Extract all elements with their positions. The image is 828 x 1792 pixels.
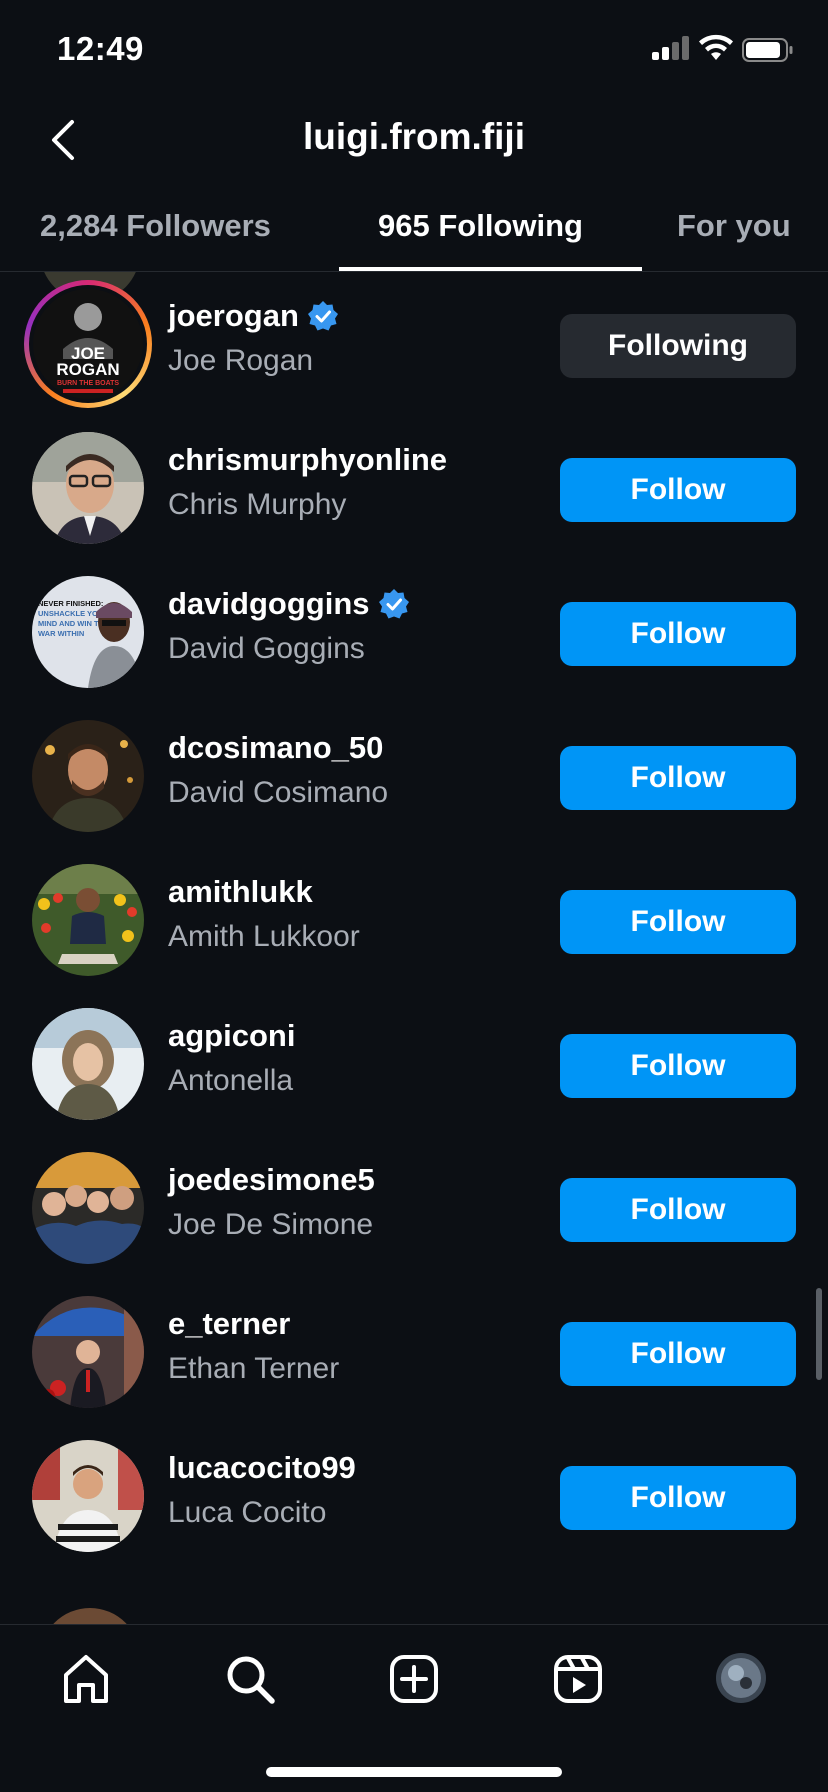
avatar xyxy=(32,432,144,544)
full-name: Antonella xyxy=(168,1064,294,1097)
avatar-wrap[interactable] xyxy=(32,1296,144,1408)
tab-for-you[interactable]: For you xyxy=(677,208,791,244)
avatar-wrap[interactable] xyxy=(32,1152,144,1264)
full-name: Chris Murphy xyxy=(168,488,347,521)
status-time: 12:49 xyxy=(57,30,144,67)
avatar-wrap[interactable] xyxy=(32,432,144,544)
username-text[interactable]: joerogan xyxy=(168,298,299,334)
avatar: JOE ROGAN BURN THE BOATS xyxy=(33,289,143,399)
follow-button[interactable]: Follow xyxy=(560,458,796,522)
list-item[interactable]: dcosimano_50 David Cosimano Follow xyxy=(0,704,828,848)
follow-button[interactable]: Follow xyxy=(560,746,796,810)
avatar-story-ring[interactable]: JOE ROGAN BURN THE BOATS xyxy=(24,280,152,408)
full-name: Amith Lukkoor xyxy=(168,920,360,953)
following-list[interactable]: JOE ROGAN BURN THE BOATS joerogan Joe Ro… xyxy=(0,272,828,1624)
list-item[interactable]: joedesimone5 Joe De Simone Follow xyxy=(0,1136,828,1280)
follow-button[interactable]: Follow xyxy=(560,1322,796,1386)
follow-button[interactable]: Follow xyxy=(560,1178,796,1242)
username[interactable]: joedesimone5 xyxy=(168,1162,375,1198)
cellular-signal-icon xyxy=(652,36,690,60)
full-name: Joe De Simone xyxy=(168,1208,374,1241)
username-text[interactable]: agpiconi xyxy=(168,1018,295,1054)
username[interactable]: davidgoggins xyxy=(168,586,410,622)
create-icon[interactable] xyxy=(386,1651,442,1707)
follow-button[interactable]: Follow xyxy=(560,1034,796,1098)
follow-button[interactable]: Follow xyxy=(560,1466,796,1530)
list-item[interactable]: e_terner Ethan Terner Follow xyxy=(0,1280,828,1424)
username[interactable]: agpiconi xyxy=(168,1018,295,1054)
avatar xyxy=(32,1152,144,1264)
battery-icon xyxy=(742,38,793,62)
avatar-wrap[interactable] xyxy=(32,864,144,976)
wifi-icon xyxy=(699,34,733,60)
app-screen: 12:49 luigi.from.fiji 2,284 Followers 96… xyxy=(0,0,828,1792)
username-text[interactable]: lucacocito99 xyxy=(168,1450,356,1486)
full-name: Joe Rogan xyxy=(168,344,314,377)
username-text[interactable]: e_terner xyxy=(168,1306,290,1342)
home-icon[interactable] xyxy=(58,1651,114,1707)
avatar-wrap[interactable] xyxy=(32,720,144,832)
username[interactable]: joerogan xyxy=(168,298,339,334)
avatar-logo-line3: BURN THE BOATS xyxy=(57,380,119,387)
avatar: NEVER FINISHED: UNSHACKLE YOUR MIND AND … xyxy=(32,576,144,688)
page-title: luigi.from.fiji xyxy=(303,116,525,157)
username-text[interactable]: davidgoggins xyxy=(168,586,370,622)
list-item[interactable]: JOE ROGAN BURN THE BOATS joerogan Joe Ro… xyxy=(0,272,828,416)
full-name: David Cosimano xyxy=(168,776,389,809)
avatar xyxy=(32,1440,144,1552)
home-indicator xyxy=(266,1767,562,1777)
following-button[interactable]: Following xyxy=(560,314,796,378)
list-item[interactable]: lucacocito99 Luca Cocito Follow xyxy=(0,1424,828,1568)
username[interactable]: chrismurphyonline xyxy=(168,442,447,478)
follow-button[interactable]: Follow xyxy=(560,602,796,666)
reels-icon[interactable] xyxy=(550,1651,606,1707)
username-text[interactable]: joedesimone5 xyxy=(168,1162,375,1198)
verified-badge-icon xyxy=(307,301,338,331)
list-item[interactable]: agpiconi Antonella Follow xyxy=(0,992,828,1136)
avatar xyxy=(32,1296,144,1408)
username[interactable]: lucacocito99 xyxy=(168,1450,356,1486)
username[interactable]: e_terner xyxy=(168,1306,290,1342)
full-name: David Goggins xyxy=(168,632,365,665)
verified-badge-icon xyxy=(378,589,409,619)
full-name: Ethan Terner xyxy=(168,1352,340,1385)
header: luigi.from.fiji xyxy=(0,100,828,180)
avatar-logo-line2: ROGAN xyxy=(56,360,119,379)
username-text[interactable]: amithlukk xyxy=(168,874,313,910)
avatar-wrap[interactable]: NEVER FINISHED: UNSHACKLE YOUR MIND AND … xyxy=(32,576,144,688)
follow-button[interactable]: Follow xyxy=(560,890,796,954)
tab-following[interactable]: 965 Following xyxy=(378,208,583,244)
avatar xyxy=(32,720,144,832)
list-item[interactable]: chrismurphyonline Chris Murphy Follow xyxy=(0,416,828,560)
bottom-nav xyxy=(0,1624,828,1792)
follow-tabs: 2,284 Followers 965 Following For you xyxy=(0,190,828,272)
avatar xyxy=(40,1608,140,1624)
list-item[interactable]: NEVER FINISHED: UNSHACKLE YOUR MIND AND … xyxy=(0,560,828,704)
full-name: Luca Cocito xyxy=(168,1496,327,1529)
username[interactable]: amithlukk xyxy=(168,874,313,910)
list-item[interactable]: amithlukk Amith Lukkoor Follow xyxy=(0,848,828,992)
username[interactable]: dcosimano_50 xyxy=(168,730,383,766)
username-text[interactable]: chrismurphyonline xyxy=(168,442,447,478)
profile-avatar[interactable] xyxy=(716,1653,766,1703)
scrollbar[interactable] xyxy=(816,1288,822,1380)
avatar-text-line1: NEVER FINISHED: xyxy=(38,599,103,608)
avatar xyxy=(32,1008,144,1120)
tab-followers[interactable]: 2,284 Followers xyxy=(40,208,271,244)
avatar-wrap[interactable] xyxy=(32,1008,144,1120)
avatar xyxy=(32,864,144,976)
avatar-text-line4: WAR WITHIN xyxy=(38,629,84,638)
active-tab-indicator xyxy=(339,267,642,271)
status-bar: 12:49 xyxy=(0,0,828,100)
avatar-wrap[interactable] xyxy=(32,1440,144,1552)
username-text[interactable]: dcosimano_50 xyxy=(168,730,383,766)
search-icon[interactable] xyxy=(222,1651,278,1707)
